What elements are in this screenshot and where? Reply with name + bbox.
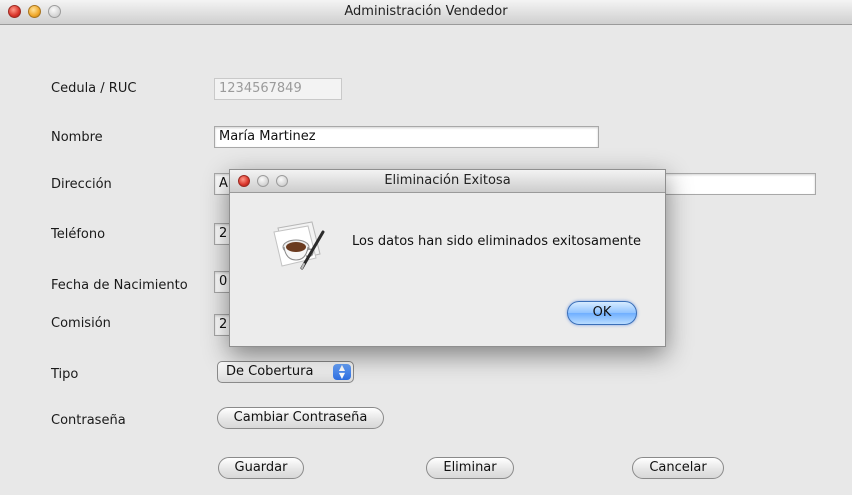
guardar-button[interactable]: Guardar bbox=[218, 457, 304, 479]
contrasena-label: Contraseña bbox=[51, 413, 126, 428]
tipo-select[interactable]: De Cobertura ▲ ▼ bbox=[217, 361, 354, 383]
cedula-field[interactable]: 1234567849 bbox=[214, 78, 342, 100]
cancelar-button[interactable]: Cancelar bbox=[632, 457, 724, 479]
nombre-label: Nombre bbox=[51, 130, 103, 145]
window-titlebar: Administración Vendedor bbox=[0, 0, 852, 25]
dialog-title: Eliminación Exitosa bbox=[384, 173, 511, 188]
comision-label: Comisión bbox=[51, 316, 111, 331]
eliminacion-exitosa-dialog: Eliminación Exitosa Los datos han sido e… bbox=[229, 169, 666, 347]
admin-vendedor-window: Administración Vendedor Cedula / RUC 123… bbox=[0, 0, 852, 495]
tipo-label: Tipo bbox=[51, 367, 79, 382]
dialog-message: Los datos han sido eliminados exitosamen… bbox=[352, 234, 642, 249]
fecha-nacimiento-label: Fecha de Nacimiento bbox=[51, 278, 188, 293]
nombre-field[interactable]: María Martinez bbox=[214, 126, 599, 148]
direccion-label: Dirección bbox=[51, 177, 112, 192]
eliminar-button[interactable]: Eliminar bbox=[426, 457, 514, 479]
cambiar-contrasena-button[interactable]: Cambiar Contraseña bbox=[217, 407, 384, 429]
window-title: Administración Vendedor bbox=[344, 4, 508, 19]
dialog-titlebar: Eliminación Exitosa bbox=[230, 170, 665, 193]
tipo-select-value: De Cobertura bbox=[226, 364, 314, 379]
coffee-cup-pen-icon bbox=[273, 221, 325, 270]
up-down-arrows-icon: ▲ ▼ bbox=[333, 364, 351, 380]
cedula-label: Cedula / RUC bbox=[51, 81, 137, 96]
ok-button[interactable]: OK bbox=[567, 301, 637, 325]
telefono-label: Teléfono bbox=[51, 227, 106, 242]
